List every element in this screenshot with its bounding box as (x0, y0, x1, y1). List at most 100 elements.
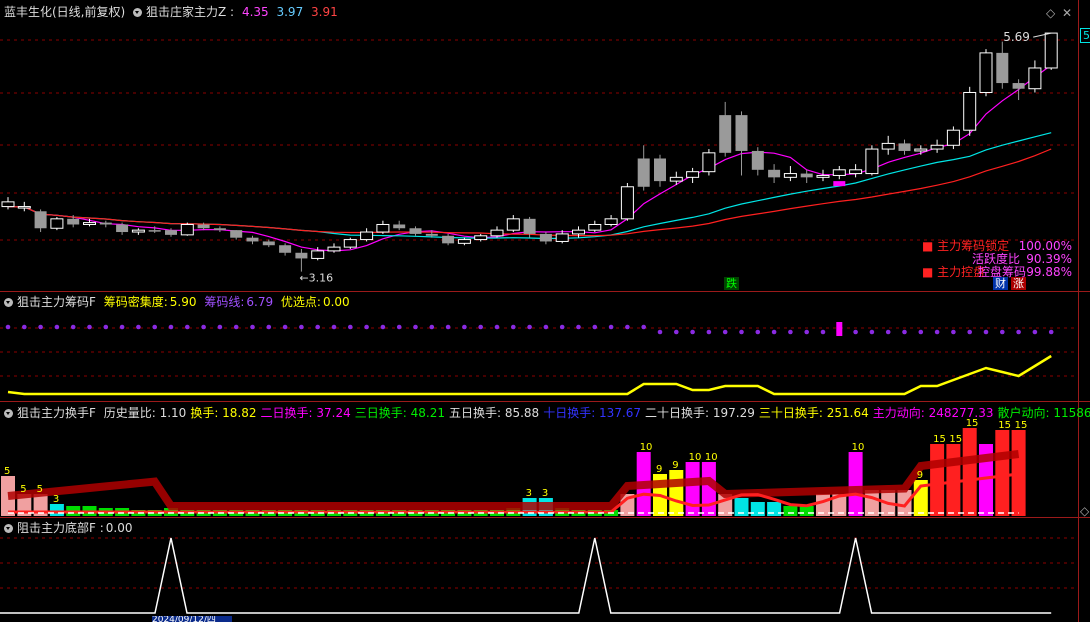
chip-dot (967, 329, 972, 335)
chip-dot (1048, 329, 1054, 335)
chip-dot (250, 324, 255, 330)
candle-body (490, 229, 504, 237)
turnover-bar (930, 444, 945, 516)
candle-body (474, 235, 488, 241)
candle-body (83, 222, 96, 225)
legend-bullet-1: ■ (922, 239, 934, 253)
candle-body (816, 174, 830, 178)
turnover-label: 10 (705, 452, 718, 463)
candle-body (979, 52, 993, 93)
bottom-signal-line (0, 537, 1052, 614)
candle-body (930, 144, 944, 150)
chip-dot (364, 324, 369, 330)
main-right-legend: ■ 主力筹码锁定 100.00% 活跃度比 90.39% ■ 主力控盘 控盘筹码… (922, 240, 1072, 279)
chip-dot (608, 324, 614, 330)
turnover-label: 15 (949, 434, 962, 445)
candle-body (311, 250, 325, 259)
chip-dot (527, 324, 532, 330)
candle-body (34, 211, 47, 229)
candle-body (230, 230, 243, 238)
candle-body (588, 223, 602, 231)
chip-dot (951, 329, 956, 335)
turnover-bar (669, 470, 684, 516)
chip-dot (152, 324, 157, 330)
candle-body (442, 235, 455, 244)
pane3-diamond-icon[interactable]: ◇ (1080, 504, 1089, 518)
chip-dot (771, 329, 777, 335)
turnover-label: 10 (689, 452, 702, 463)
candle-body (1044, 32, 1058, 69)
candle-body (131, 229, 145, 233)
candle-body (343, 239, 357, 248)
legend-pct-3: 99.88% (1026, 265, 1072, 279)
candle-body (1, 201, 15, 208)
turnover-label: 3 (526, 488, 532, 499)
chip-dot (429, 324, 435, 330)
candle-body (295, 252, 308, 259)
candle-body (148, 230, 161, 232)
chip-dot (445, 324, 451, 330)
candle-body (768, 169, 781, 178)
chip-dot (674, 329, 679, 335)
candle-body (555, 233, 569, 242)
chip-dot (38, 324, 43, 330)
candle-body (99, 222, 112, 225)
chip-dot (348, 324, 353, 330)
candle-body (881, 142, 895, 150)
turnover-bar (995, 430, 1010, 516)
chip-dot (282, 324, 288, 330)
candle-body (832, 169, 846, 176)
legend-label-4: 控盘筹码 (978, 265, 1027, 279)
candle-body (17, 206, 31, 209)
chip-marker (836, 322, 843, 336)
candle-body (279, 245, 292, 253)
candle-body (425, 233, 438, 236)
chip-dot (315, 324, 321, 330)
chip-dot (494, 324, 500, 330)
candle-body (197, 224, 210, 229)
turnover-label: 10 (852, 442, 865, 453)
chip-dot (70, 324, 76, 330)
candle-body (637, 158, 650, 187)
candle-body (457, 239, 471, 244)
chip-dot (657, 329, 663, 335)
chip-dot (1032, 329, 1038, 335)
edge-price-tag: 5 (1080, 28, 1090, 43)
chip-dot (625, 324, 630, 330)
chip-dot (22, 324, 27, 330)
legend-label-1: 主力筹码锁定 (937, 239, 1010, 253)
candle-body (1028, 67, 1042, 90)
candle-body (686, 171, 700, 178)
right-edge-line (1078, 0, 1079, 622)
chip-dot (641, 324, 646, 330)
chip-dot (739, 329, 744, 335)
chip-dot (722, 329, 728, 335)
chip-dot (820, 329, 826, 335)
turnover-label: 5 (37, 484, 43, 495)
candle-body (539, 233, 552, 242)
candle-body (963, 91, 977, 131)
turnover-label: 9 (672, 460, 678, 471)
chip-density-line (7, 354, 1052, 396)
candle-body (50, 218, 64, 229)
candle-body (996, 52, 1009, 84)
chip-dot (380, 324, 386, 330)
candle-body (898, 143, 911, 151)
turnover-bar (1011, 430, 1026, 516)
turnover-bar (750, 502, 765, 516)
candle-body (506, 218, 520, 231)
turnover-label: 5 (4, 466, 10, 477)
chip-dot (592, 324, 598, 330)
turnover-bar (783, 506, 798, 516)
candle-body (180, 223, 194, 236)
chip-dot (478, 324, 484, 330)
candle-body (604, 218, 618, 225)
candle-body (213, 228, 226, 231)
chip-dot (983, 329, 989, 335)
chip-dot (1000, 329, 1005, 335)
turnover-label: 10 (640, 442, 653, 453)
low-price-label: ←3.16 (299, 272, 333, 285)
candle-body (865, 148, 879, 175)
candle-body (783, 173, 797, 178)
turnover-chart: 55 533 3109 910 1010915 1515 15 15 (1, 418, 1027, 516)
